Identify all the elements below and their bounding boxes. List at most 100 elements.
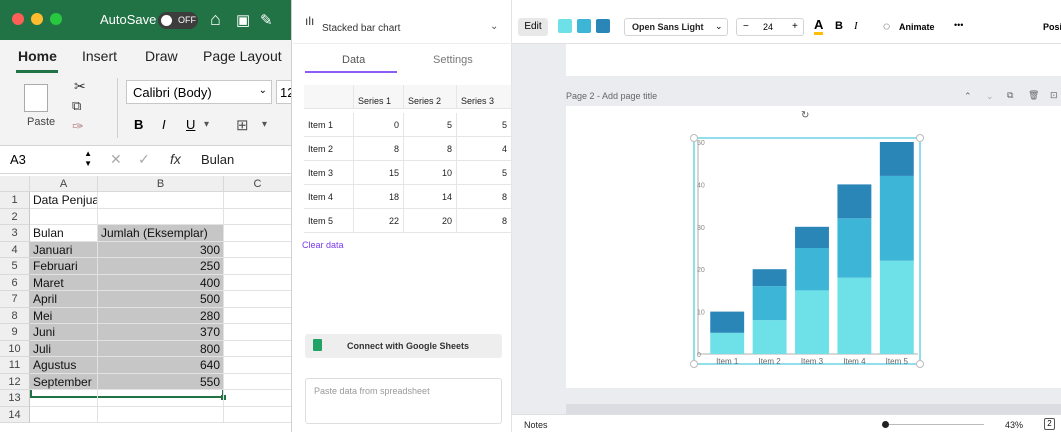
cell[interactable]: 300: [98, 241, 224, 258]
animate-button[interactable]: Animate: [899, 22, 935, 32]
tab-page-layout[interactable]: Page Layout: [203, 48, 282, 64]
cell[interactable]: 500: [98, 291, 224, 308]
tab-settings[interactable]: Settings: [433, 54, 473, 66]
cell[interactable]: [224, 374, 291, 390]
chevron-down-icon[interactable]: ▾: [204, 119, 209, 130]
cell[interactable]: 250: [98, 258, 224, 275]
chart-data-table[interactable]: Series 1 Series 2 Series 3 Item 1 0 5 5 Item 28…: [304, 85, 512, 235]
cell[interactable]: 400: [98, 274, 224, 291]
tab-insert[interactable]: Insert: [82, 48, 117, 64]
row-header[interactable]: 9: [0, 324, 30, 341]
autosave-toggle[interactable]: OFF: [158, 12, 198, 29]
cell[interactable]: [224, 209, 291, 225]
cell[interactable]: Bulan: [30, 225, 98, 242]
cell[interactable]: 800: [98, 340, 224, 357]
row-label[interactable]: Item 4: [304, 185, 354, 209]
cell[interactable]: April: [30, 291, 98, 308]
cell[interactable]: Februari: [30, 258, 98, 275]
decrease-size-icon[interactable]: −: [743, 21, 749, 32]
font-family-select[interactable]: Open Sans Light ⌄: [624, 18, 728, 36]
cell[interactable]: [224, 225, 291, 242]
column-header-b[interactable]: B: [98, 176, 224, 192]
column-header-c[interactable]: C: [224, 176, 291, 192]
italic-icon[interactable]: I: [162, 117, 166, 132]
more-options-icon[interactable]: •••: [954, 20, 963, 30]
tab-home[interactable]: Home: [18, 48, 57, 64]
cell[interactable]: [224, 308, 291, 324]
zoom-level[interactable]: 43%: [1005, 420, 1023, 430]
cell[interactable]: [224, 341, 291, 357]
paste-data-input[interactable]: Paste data from spreadsheet: [305, 378, 502, 424]
page-2-title[interactable]: Page 2 - Add page title: [566, 91, 657, 101]
position-button[interactable]: Posi: [1043, 22, 1061, 32]
home-icon[interactable]: ⌂: [210, 9, 221, 30]
cell[interactable]: 370: [98, 324, 224, 341]
cell[interactable]: [30, 208, 98, 225]
maximize-window-icon[interactable]: [50, 13, 62, 25]
table-cell[interactable]: 22: [354, 209, 404, 233]
row-label[interactable]: Item 2: [304, 137, 354, 161]
table-cell[interactable]: 8: [404, 137, 457, 161]
table-cell[interactable]: 4: [457, 137, 512, 161]
cell[interactable]: [224, 291, 291, 308]
row-header[interactable]: 6: [0, 274, 30, 291]
text-color-icon[interactable]: A: [814, 18, 824, 35]
table-cell[interactable]: 15: [354, 161, 404, 185]
add-page-icon[interactable]: ⊡: [1050, 90, 1058, 101]
cell[interactable]: [224, 324, 291, 341]
copy-icon[interactable]: ⧉: [72, 98, 81, 114]
row-header[interactable]: 8: [0, 307, 30, 324]
cell[interactable]: [98, 406, 224, 423]
underline-icon[interactable]: U: [186, 117, 195, 132]
cancel-icon[interactable]: ✕: [110, 151, 122, 168]
zoom-slider-thumb[interactable]: [882, 421, 889, 428]
table-cell[interactable]: 5: [457, 113, 512, 137]
row-label[interactable]: Item 3: [304, 161, 354, 185]
chevron-down-icon[interactable]: ⌄: [986, 91, 994, 102]
cut-icon[interactable]: ✂: [74, 78, 86, 95]
series-header[interactable]: Series 2: [404, 85, 457, 109]
chevron-down-icon[interactable]: ⌄: [490, 21, 498, 32]
row-header[interactable]: 14: [0, 406, 30, 423]
borders-icon[interactable]: ⊞: [236, 116, 249, 134]
duplicate-page-icon[interactable]: ⧉: [1007, 90, 1013, 101]
color-swatch-2[interactable]: [577, 19, 591, 33]
cell[interactable]: 280: [98, 307, 224, 324]
animate-icon[interactable]: ◌: [883, 19, 890, 33]
paste-icon[interactable]: [24, 84, 48, 112]
save-icon[interactable]: ▣: [236, 11, 250, 29]
column-header-a[interactable]: A: [30, 176, 98, 192]
cell[interactable]: [224, 407, 291, 423]
table-cell[interactable]: 18: [354, 185, 404, 209]
format-painter-icon[interactable]: ✑: [72, 118, 84, 135]
cell[interactable]: [98, 390, 224, 407]
cell[interactable]: [30, 390, 98, 407]
bold-icon[interactable]: B: [134, 117, 143, 132]
cell[interactable]: September: [30, 373, 98, 390]
fx-icon[interactable]: fx: [170, 151, 181, 167]
name-box[interactable]: A3 ▲ ▼: [6, 149, 94, 171]
cell[interactable]: [30, 406, 98, 423]
cell[interactable]: Juni: [30, 324, 98, 341]
cell[interactable]: Data Penjualan 2021: [30, 192, 98, 209]
increase-size-icon[interactable]: +: [792, 21, 798, 32]
cell[interactable]: Maret: [30, 274, 98, 291]
font-name-select[interactable]: Calibri (Body) ⌄: [126, 80, 272, 104]
row-header[interactable]: 5: [0, 258, 30, 275]
cell[interactable]: Jumlah (Eksemplar): [98, 225, 224, 242]
cell[interactable]: Januari: [30, 241, 98, 258]
row-label[interactable]: Item 1: [304, 113, 354, 137]
clear-data-link[interactable]: Clear data: [302, 240, 344, 250]
table-cell[interactable]: 8: [457, 209, 512, 233]
series-header[interactable]: Series 3: [457, 85, 512, 109]
notes-button[interactable]: Notes: [524, 420, 548, 430]
confirm-icon[interactable]: ✓: [138, 151, 150, 168]
cell[interactable]: Juli: [30, 340, 98, 357]
table-cell[interactable]: 5: [457, 161, 512, 185]
row-header[interactable]: 7: [0, 291, 30, 308]
row-header[interactable]: 11: [0, 357, 30, 374]
page-1-canvas[interactable]: [566, 44, 1061, 76]
row-header[interactable]: 1: [0, 192, 30, 209]
spreadsheet-grid[interactable]: A B C 1Data Penjualan 202123BulanJumlah …: [0, 176, 291, 432]
italic-icon[interactable]: I: [854, 20, 858, 32]
